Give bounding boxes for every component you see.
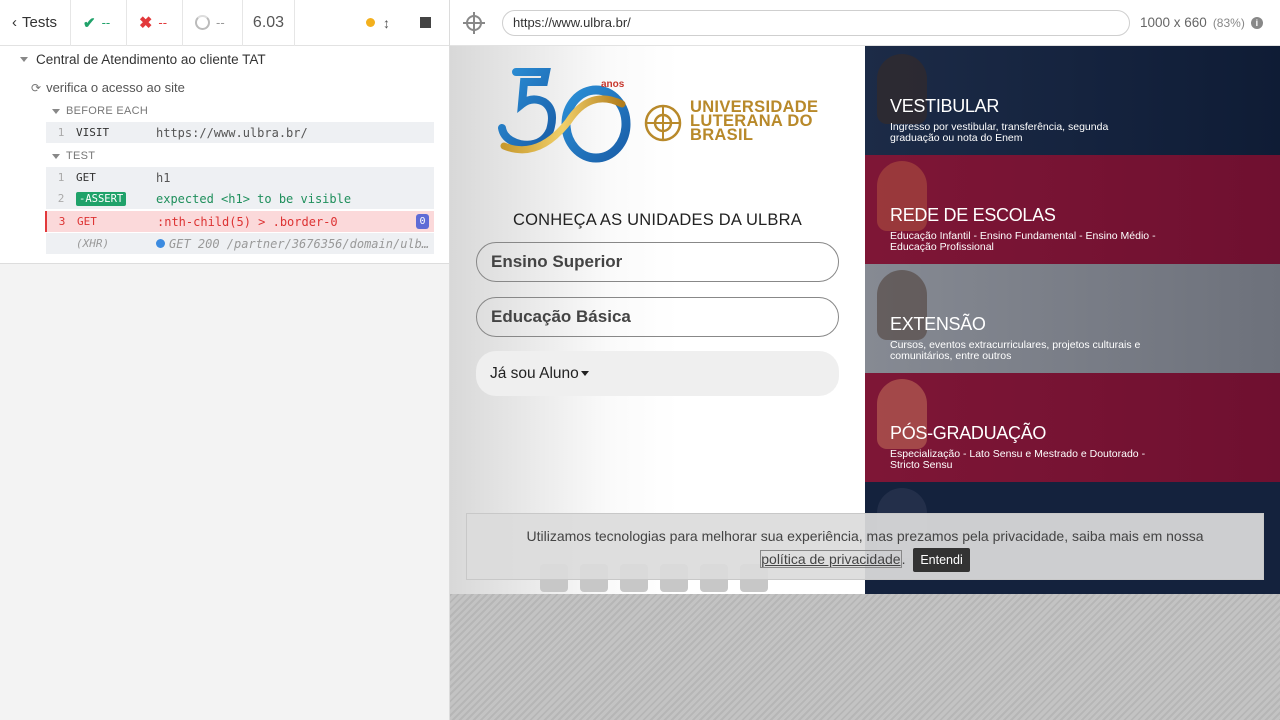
command-name: GET: [76, 171, 96, 184]
command-name: (XHR): [76, 237, 110, 250]
card-subtitle: Ingresso por vestibular, transferência, …: [890, 121, 1109, 144]
failed-command-row[interactable]: 3 GET :nth-child(5) > .border-0 0: [45, 211, 434, 232]
command-row[interactable]: 2 -ASSERT expected <h1> to be visible: [46, 188, 434, 209]
runnable-list: Central de Atendimento ao cliente TAT ⟳ …: [0, 46, 449, 264]
ulbra-seal-icon: [644, 104, 682, 142]
site-left-pane: anos UNIVERSIDADE LUTERANA DO BRASIL CON…: [450, 46, 865, 594]
rede-de-escolas-card[interactable]: REDE DE ESCOLAS Educação Infantil - Ensi…: [865, 155, 1280, 264]
units-heading: CONHEÇA AS UNIDADES DA ULBRA: [513, 211, 802, 229]
stop-icon[interactable]: [420, 17, 431, 28]
command-name: -ASSERT: [76, 192, 156, 206]
suite-title-text: Central de Atendimento ao cliente TAT: [36, 52, 266, 67]
autoscroll-toggle-icon[interactable]: ↕: [383, 15, 390, 31]
card-title: PÓS-GRADUAÇÃO: [890, 423, 1047, 443]
command-row[interactable]: 1 VISIT https://www.ulbra.br/: [46, 122, 434, 143]
cookie-text: Utilizamos tecnologias para melhorar sua…: [526, 528, 1204, 544]
command-number: 1: [57, 126, 65, 139]
hook-label: TEST: [66, 150, 96, 162]
command-number: 3: [58, 215, 66, 228]
dropdown-label: Já sou Aluno: [490, 364, 579, 382]
card-title: REDE DE ESCOLAS: [890, 205, 1056, 225]
back-label: Tests: [22, 14, 58, 31]
run-duration: 6.03: [243, 0, 295, 46]
selector-playground-icon[interactable]: [463, 11, 485, 34]
run-controls: ↕: [295, 0, 449, 46]
failed-stat: ✖ --: [127, 0, 183, 46]
caret-down-icon: [20, 57, 28, 62]
extensao-card[interactable]: EXTENSÃO Cursos, eventos extracurricular…: [865, 264, 1280, 373]
vestibular-card[interactable]: VESTIBULAR Ingresso por vestibular, tran…: [865, 46, 1280, 155]
pending-circle-icon: [195, 15, 210, 30]
cookie-period: .: [901, 551, 906, 567]
xhr-message-text: GET 200 /partner/3676356/domain/ulbra.br: [169, 236, 434, 251]
cypress-reporter: ‹ Tests ✔ -- ✖ -- -- 6.03 ↕ Central de A…: [0, 0, 450, 720]
refresh-icon: ⟳: [31, 80, 42, 95]
failed-count: --: [158, 15, 168, 30]
anos-label: anos: [601, 79, 625, 90]
ensino-superior-button[interactable]: Ensino Superior: [476, 242, 839, 282]
back-to-tests-button[interactable]: ‹ Tests: [0, 0, 71, 46]
url-field[interactable]: [502, 9, 1130, 36]
command-message: https://www.ulbra.br/: [156, 125, 308, 140]
card-title: VESTIBULAR: [890, 96, 1000, 116]
aut-header: 1000 x 660 (83%) i: [450, 0, 1280, 46]
test-body-hook[interactable]: TEST: [52, 150, 95, 162]
accept-cookies-button[interactable]: Entendi: [913, 548, 970, 573]
card-title: EXTENSÃO: [890, 314, 986, 334]
passed-stat: ✔ --: [71, 0, 127, 46]
viewport-size: 1000 x 660: [1140, 15, 1207, 30]
university-name: UNIVERSIDADE LUTERANA DO BRASIL: [690, 99, 818, 144]
app-under-test-panel: 1000 x 660 (83%) i anos: [450, 0, 1280, 720]
command-message: GET 200 /partner/3676356/domain/ulbra.br: [156, 237, 434, 251]
before-each-hook[interactable]: BEFORE EACH: [52, 105, 148, 117]
pending-stat: --: [183, 0, 243, 46]
command-row[interactable]: 1 GET h1: [46, 167, 434, 188]
x-icon: ✖: [139, 14, 153, 32]
element-count-badge: 0: [416, 214, 429, 229]
caret-down-icon: [52, 153, 60, 159]
command-name: VISIT: [76, 126, 110, 139]
command-number: 2: [57, 192, 65, 205]
privacy-policy-link[interactable]: política de privacidade: [760, 550, 902, 568]
viewport-info[interactable]: 1000 x 660 (83%) i: [1140, 15, 1263, 30]
command-message: h1: [156, 170, 171, 185]
50-anos-logo: anos: [498, 68, 631, 163]
command-message: :nth-child(5) > .border-0: [157, 214, 338, 229]
caret-down-icon: [580, 371, 589, 376]
card-subtitle: Educação Infantil - Ensino Fundamental -…: [890, 230, 1156, 253]
hook-label: BEFORE EACH: [66, 105, 149, 117]
command-name: GET: [77, 215, 97, 228]
educacao-basica-button[interactable]: Educação Básica: [476, 297, 839, 337]
passed-count: --: [101, 15, 111, 30]
chevron-left-icon: ‹: [12, 14, 17, 31]
cookie-consent-banner: Utilizamos tecnologias para melhorar sua…: [466, 513, 1264, 580]
card-subtitle: Cursos, eventos extracurriculares, proje…: [890, 339, 1141, 362]
viewport-zoom: (83%): [1212, 15, 1245, 30]
suite-title[interactable]: Central de Atendimento ao cliente TAT: [20, 52, 266, 67]
xhr-command-row[interactable]: (XHR) GET 200 /partner/3676356/domain/ul…: [46, 233, 434, 254]
caret-down-icon: [52, 108, 60, 114]
reporter-header: ‹ Tests ✔ -- ✖ -- -- 6.03 ↕: [0, 0, 449, 46]
university-name-line: BRASIL: [690, 126, 754, 144]
pos-graduacao-card[interactable]: PÓS-GRADUAÇÃO Especialização - Lato Sens…: [865, 373, 1280, 482]
test-title-text: verifica o acesso ao site: [46, 80, 185, 95]
command-message: expected <h1> to be visible: [156, 191, 352, 206]
assert-badge: -ASSERT: [76, 192, 127, 206]
command-number: 1: [57, 171, 65, 184]
pending-count: --: [216, 15, 225, 30]
test-title[interactable]: ⟳ verifica o acesso ao site: [31, 80, 185, 95]
check-icon: ✔: [83, 14, 96, 32]
info-icon: i: [1250, 16, 1263, 29]
site-card-column: VESTIBULAR Ingresso por vestibular, tran…: [865, 46, 1280, 594]
xhr-status-dot-icon: [156, 239, 165, 248]
card-subtitle: Especialização - Lato Sensu e Mestrado e…: [890, 448, 1146, 471]
ja-sou-aluno-dropdown[interactable]: Já sou Aluno: [476, 351, 839, 396]
running-status-dot-icon: [366, 18, 375, 27]
aut-iframe: anos UNIVERSIDADE LUTERANA DO BRASIL CON…: [450, 46, 1280, 594]
